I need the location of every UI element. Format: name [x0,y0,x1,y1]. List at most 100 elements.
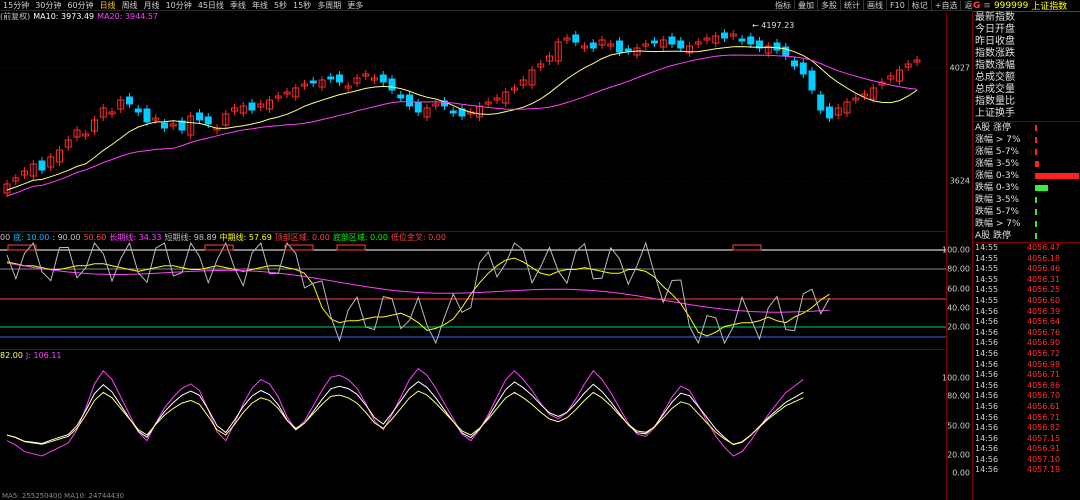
candle[interactable] [38,157,46,174]
tool-button[interactable]: 画线 [864,0,887,11]
candle[interactable] [852,94,860,104]
candle[interactable] [747,33,755,48]
candle[interactable] [686,42,693,57]
tick-row[interactable]: 14:56 4057.15 [973,434,1080,445]
candle[interactable] [563,34,571,44]
candle[interactable] [782,43,790,60]
candle[interactable] [397,91,405,102]
candle[interactable] [161,119,168,132]
candle[interactable] [301,80,308,90]
candle[interactable] [248,99,256,114]
candle[interactable] [231,104,238,115]
candle[interactable] [607,40,615,50]
candle[interactable] [196,109,203,124]
menu-icon[interactable]: ≡ [983,1,991,11]
candle[interactable] [738,35,746,45]
candle[interactable] [589,39,597,52]
candle[interactable] [546,52,553,65]
candle[interactable] [624,45,632,55]
period-tab[interactable]: 周线 [119,0,141,11]
candle[interactable] [274,92,282,102]
candle[interactable] [808,67,816,94]
group-marker[interactable]: G [973,1,980,11]
tool-button[interactable]: 标记 [909,0,932,11]
candle[interactable] [29,160,37,180]
candle[interactable] [12,174,20,185]
tick-row[interactable]: 14:56 4057.18 [973,465,1080,476]
candle[interactable] [843,98,851,117]
candle[interactable] [458,105,466,120]
candle[interactable] [327,73,335,83]
candle[interactable] [187,112,195,139]
candle[interactable] [581,42,588,52]
candle[interactable] [82,130,90,140]
candle[interactable] [283,88,291,98]
tick-row[interactable]: 14:56 4057.10 [973,455,1080,466]
candle[interactable] [554,38,562,65]
candle[interactable] [834,104,842,119]
candle[interactable] [134,105,142,116]
candle[interactable] [56,146,63,166]
candle[interactable] [117,96,125,113]
tool-button[interactable]: 指标 [772,0,795,11]
candle[interactable] [47,153,55,171]
candle[interactable] [213,124,221,134]
tick-row[interactable]: 14:56 4056.61 [973,402,1080,413]
period-tab[interactable]: 日线 [97,0,119,11]
candle[interactable] [598,36,606,49]
candle[interactable] [537,60,545,71]
candle[interactable] [143,105,151,126]
candle[interactable] [449,107,457,117]
candle[interactable] [659,36,667,51]
indicator-panel-2[interactable]: 82.00 J: 106.11 MA5: 255250400 MA10: 2474… [0,351,946,500]
tool-button[interactable]: 统计 [841,0,864,11]
tick-row[interactable]: 14:55 4056.31 [973,275,1080,286]
kline-chart[interactable]: ← 4197.23 [0,12,946,232]
tool-button[interactable]: +自选 [932,0,962,11]
candle[interactable] [362,70,370,80]
tick-row[interactable]: 14:56 4056.39 [973,307,1080,318]
candle[interactable] [694,38,702,48]
candle[interactable] [476,102,483,121]
period-tab[interactable]: 多周期 [314,0,344,11]
tick-row[interactable]: 14:56 4056.91 [973,444,1080,455]
indicator-panel-1[interactable]: 00 底: 10.00: 90.00 50.60 长期线: 34.33 短期线: 98.… [0,233,946,350]
candle[interactable] [913,56,921,66]
candle[interactable] [721,29,728,42]
period-tab[interactable]: 45日线 [195,0,227,11]
tick-row[interactable]: 14:56 4056.90 [973,338,1080,349]
candle[interactable] [651,37,658,47]
candle[interactable] [484,98,492,108]
tool-button[interactable]: F10 [887,0,909,11]
candle[interactable] [756,37,763,52]
candle[interactable] [318,76,326,91]
tool-button[interactable]: 多股 [818,0,841,11]
candle[interactable] [99,104,107,121]
candle[interactable] [712,32,720,47]
candle[interactable] [642,40,650,50]
candle[interactable] [441,97,448,110]
candle[interactable] [309,77,317,87]
tick-row[interactable]: 14:55 4056.47 [973,243,1080,254]
candle[interactable] [91,116,98,135]
candle[interactable] [21,167,28,179]
candle[interactable] [502,88,510,107]
indicator1-chart[interactable] [0,233,946,350]
candle[interactable] [729,30,737,40]
tick-row[interactable]: 14:56 4056.72 [973,349,1080,360]
candle[interactable] [773,39,781,54]
candle[interactable] [493,94,501,104]
period-tab[interactable]: 月线 [141,0,163,11]
tick-row[interactable]: 14:55 4056.25 [973,285,1080,296]
candle[interactable] [519,76,527,89]
candle[interactable] [64,136,72,151]
candle[interactable] [904,60,912,71]
tick-row[interactable]: 14:56 4056.86 [973,381,1080,392]
candle[interactable] [108,108,116,118]
indicator2-chart[interactable]: MA5: 255250400 MA10: 24744430 [0,351,946,500]
candle[interactable] [3,180,11,197]
candle[interactable] [292,84,300,101]
candle[interactable] [73,126,81,141]
period-tab[interactable]: 15秒 [290,0,314,11]
candle[interactable] [668,33,676,48]
